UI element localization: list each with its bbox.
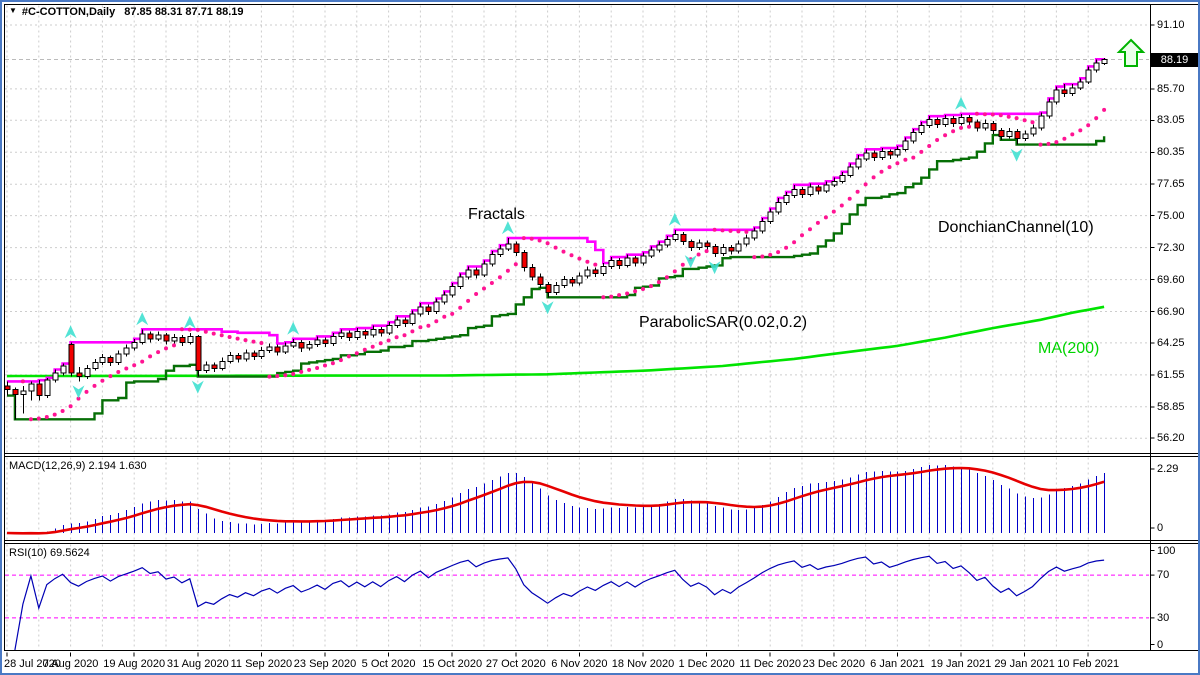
date-axis-label: 18 Nov 2020 bbox=[612, 658, 674, 670]
price-axis-label: 72.30 bbox=[1157, 242, 1200, 254]
price-axis-label: 58.85 bbox=[1157, 401, 1200, 413]
parabolic-sar-annotation: ParabolicSAR(0.02,0.2) bbox=[639, 314, 807, 332]
price-axis-label: 75.00 bbox=[1157, 210, 1200, 222]
current-price-tag: 88.19 bbox=[1151, 53, 1198, 67]
price-axis-label: 61.55 bbox=[1157, 369, 1200, 381]
macd-indicator-label: MACD(12,26,9) 2.194 1.630 bbox=[9, 460, 147, 472]
price-axis-label: 64.25 bbox=[1157, 337, 1200, 349]
price-axis-label: 91.10 bbox=[1157, 19, 1200, 31]
symbol-timeframe-label: #C-COTTON,Daily bbox=[22, 6, 115, 18]
chart-window: ▼#C-COTTON,Daily87.85 88.31 87.71 88.19 … bbox=[0, 0, 1200, 675]
price-axis-label: 83.05 bbox=[1157, 114, 1200, 126]
price-axis-label: 56.20 bbox=[1157, 432, 1200, 444]
date-axis-label: 15 Oct 2020 bbox=[422, 658, 482, 670]
date-axis-label: 10 Feb 2021 bbox=[1057, 658, 1119, 670]
date-axis-label: 5 Oct 2020 bbox=[362, 658, 416, 670]
date-axis-label: 11 Sep 2020 bbox=[231, 658, 293, 670]
date-axis-label: 29 Jan 2021 bbox=[994, 658, 1055, 670]
macd-axis-zero-label: 0 bbox=[1157, 522, 1200, 534]
date-axis-label: 1 Dec 2020 bbox=[678, 658, 734, 670]
fractals-annotation: Fractals bbox=[468, 206, 525, 224]
buy-signal-arrow-icon bbox=[1119, 40, 1143, 66]
rsi-indicator-label: RSI(10) 69.5624 bbox=[9, 547, 90, 559]
rsi-axis-label: 70 bbox=[1157, 569, 1200, 581]
chevron-down-icon[interactable]: ▼ bbox=[9, 6, 17, 15]
date-axis-label: 27 Oct 2020 bbox=[486, 658, 546, 670]
price-axis-label: 85.70 bbox=[1157, 83, 1200, 95]
ohlc-quote: 87.85 88.31 87.71 88.19 bbox=[124, 6, 243, 18]
ma200-annotation: MA(200) bbox=[1038, 340, 1099, 358]
date-axis-label: 19 Jan 2021 bbox=[931, 658, 992, 670]
price-axis-label: 66.90 bbox=[1157, 306, 1200, 318]
rsi-axis-label: 0 bbox=[1157, 639, 1200, 651]
date-axis-label: 31 Aug 2020 bbox=[167, 658, 229, 670]
donchian-annotation: DonchianChannel(10) bbox=[938, 219, 1094, 237]
price-chart-canvas[interactable] bbox=[2, 2, 1200, 675]
date-axis-label: 11 Dec 2020 bbox=[739, 658, 801, 670]
price-axis-label: 80.35 bbox=[1157, 146, 1200, 158]
date-axis-label: 23 Dec 2020 bbox=[803, 658, 865, 670]
date-axis-label: 6 Nov 2020 bbox=[551, 658, 607, 670]
price-axis-label: 69.60 bbox=[1157, 274, 1200, 286]
date-axis-label: 6 Jan 2021 bbox=[870, 658, 924, 670]
chart-header: ▼ #C-COTTON,Daily 87.85 88.31 87.71 88.19 bbox=[9, 6, 244, 18]
rsi-axis-label: 100 bbox=[1157, 545, 1200, 557]
rsi-axis-label: 30 bbox=[1157, 612, 1200, 624]
date-axis-label: 19 Aug 2020 bbox=[103, 658, 165, 670]
date-axis-label: 23 Sep 2020 bbox=[294, 658, 356, 670]
price-axis-label: 77.65 bbox=[1157, 178, 1200, 190]
date-axis-label: 7 Aug 2020 bbox=[43, 658, 99, 670]
macd-axis-max-label: 2.29 bbox=[1157, 463, 1200, 475]
